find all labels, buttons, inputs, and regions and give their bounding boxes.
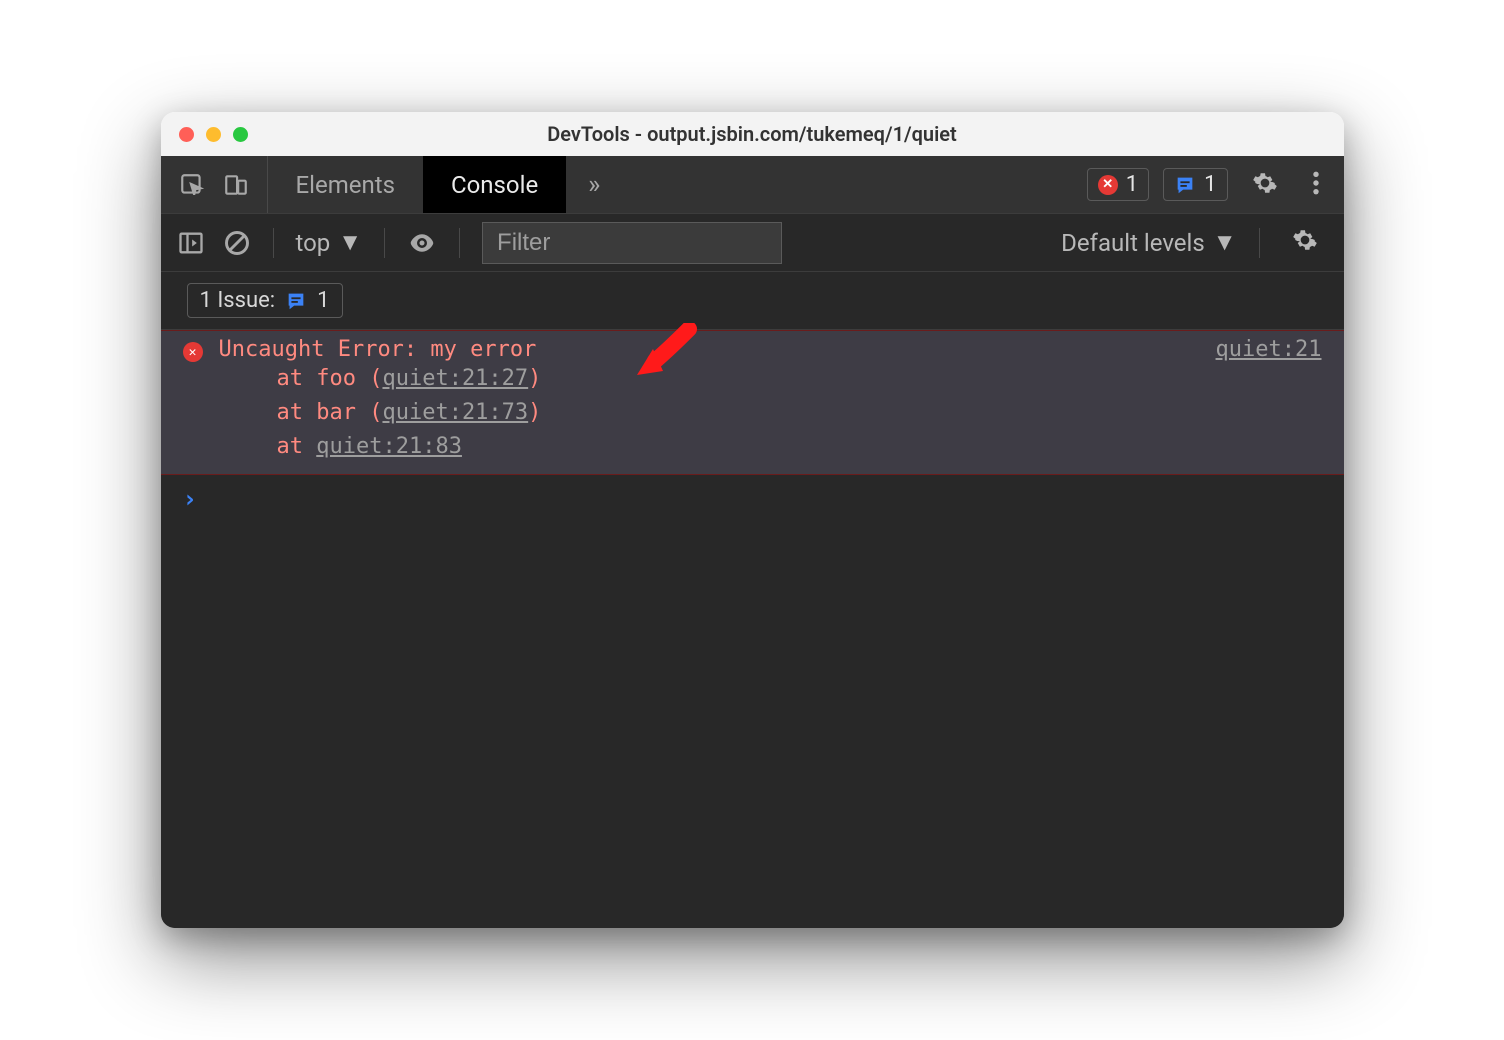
tab-elements[interactable]: Elements: [268, 156, 423, 213]
chevron-down-icon: ▼: [1213, 228, 1237, 257]
tab-console[interactable]: Console: [423, 156, 566, 213]
inspect-element-icon[interactable]: [179, 172, 205, 198]
issues-chip[interactable]: 1 Issue: 1: [187, 283, 343, 318]
live-expression-icon[interactable]: [407, 228, 437, 258]
error-source-link[interactable]: quiet:21: [1216, 337, 1322, 362]
issues-row: 1 Issue: 1: [161, 272, 1344, 330]
traffic-lights: [161, 127, 248, 142]
console-settings-icon[interactable]: [1282, 227, 1328, 259]
console-prompt[interactable]: ›: [161, 475, 1344, 523]
tabs-overflow-button[interactable]: »: [566, 156, 622, 213]
issue-icon: [1174, 174, 1196, 196]
filter-input[interactable]: [482, 222, 782, 264]
issue-icon: [285, 290, 307, 312]
prompt-chevron-icon: ›: [183, 485, 197, 513]
issues-count: 1: [1204, 172, 1216, 197]
errors-count: 1: [1126, 172, 1138, 197]
console-sidebar-toggle-icon[interactable]: [177, 229, 205, 257]
log-levels-label: Default levels: [1061, 229, 1205, 257]
console-toolbar: top ▼ Default levels ▼: [161, 214, 1344, 272]
devtools-panel: Elements Console » ✕ 1 1: [161, 156, 1344, 928]
chevron-down-icon: ▼: [338, 228, 362, 257]
titlebar: DevTools - output.jsbin.com/tukemeq/1/qu…: [161, 112, 1344, 156]
settings-icon[interactable]: [1242, 170, 1288, 200]
device-toolbar-icon[interactable]: [223, 172, 249, 198]
errors-badge[interactable]: ✕ 1: [1087, 168, 1149, 201]
error-message: Uncaught Error: my error: [219, 337, 537, 362]
error-icon: ✕: [183, 342, 203, 362]
stack-link[interactable]: quiet:21:73: [382, 400, 528, 425]
clear-console-icon[interactable]: [223, 229, 251, 257]
issues-chip-count: 1: [317, 288, 329, 313]
more-menu-icon[interactable]: [1302, 170, 1330, 200]
minimize-window-button[interactable]: [206, 127, 221, 142]
stack-frame: at foo (quiet:21:27): [161, 362, 1344, 396]
issues-badge[interactable]: 1: [1163, 168, 1227, 201]
error-icon: ✕: [1098, 175, 1118, 195]
stack-link[interactable]: quiet:21:27: [382, 366, 528, 391]
stack-frame: at bar (quiet:21:73): [161, 396, 1344, 430]
issues-label: 1 Issue:: [200, 288, 276, 313]
stack-link[interactable]: quiet:21:83: [316, 434, 462, 459]
main-tabs: Elements Console » ✕ 1 1: [161, 156, 1344, 214]
error-message-block: ✕ Uncaught Error: my error quiet:21 at f…: [161, 330, 1344, 475]
zoom-window-button[interactable]: [233, 127, 248, 142]
stack-frame: at quiet:21:83: [161, 430, 1344, 464]
window-title: DevTools - output.jsbin.com/tukemeq/1/qu…: [161, 122, 1344, 146]
console-output: ✕ Uncaught Error: my error quiet:21 at f…: [161, 330, 1344, 928]
close-window-button[interactable]: [179, 127, 194, 142]
devtools-window: DevTools - output.jsbin.com/tukemeq/1/qu…: [161, 112, 1344, 928]
context-selector[interactable]: top ▼: [296, 228, 363, 257]
log-levels-selector[interactable]: Default levels ▼: [1061, 228, 1236, 257]
context-label: top: [296, 229, 331, 257]
